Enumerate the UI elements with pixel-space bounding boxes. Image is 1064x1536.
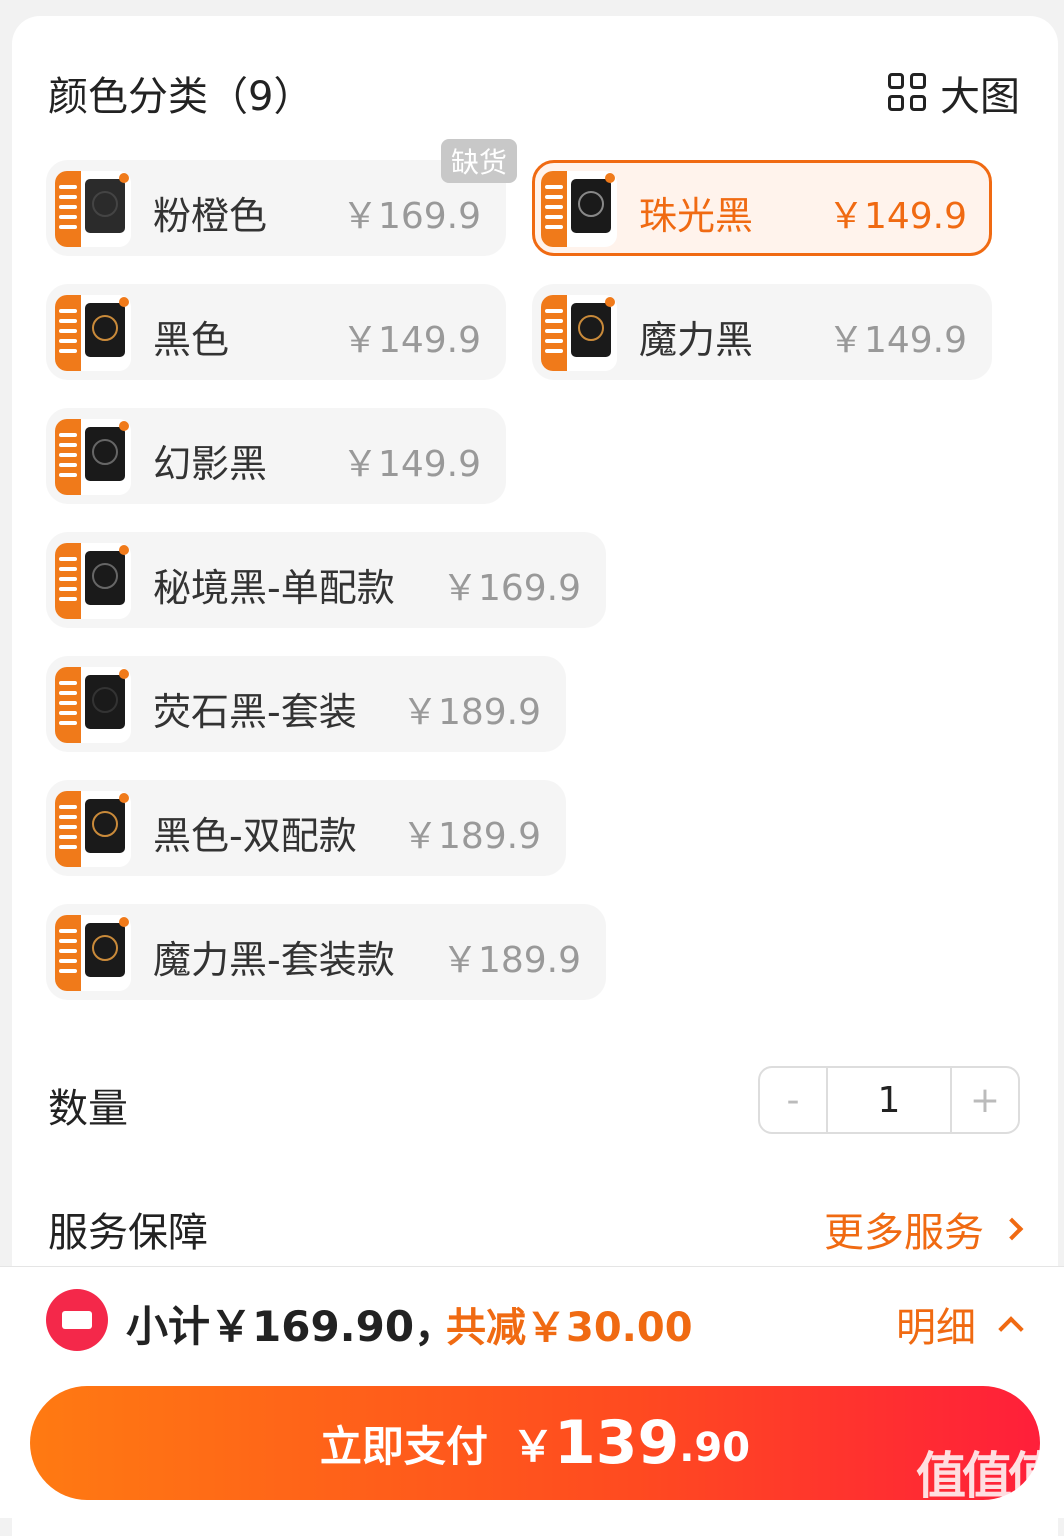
- grid-icon: [888, 73, 928, 113]
- sku-option-pink-orange[interactable]: 粉橙色 ￥169.9 缺货: [46, 139, 517, 256]
- more-services-label: 更多服务: [824, 1210, 984, 1256]
- sku-name: 黑色-双配款: [153, 814, 357, 858]
- product-thumbnail: [55, 667, 131, 743]
- sku-price: ￥169.9: [441, 568, 581, 609]
- price-detail-toggle[interactable]: 明细: [896, 1295, 1024, 1353]
- sku-option-magic-black[interactable]: 魔力黑 ￥149.9: [532, 284, 992, 380]
- pay-currency: ￥: [511, 1421, 554, 1471]
- product-thumbnail: [541, 295, 617, 371]
- sku-option-phantom-black[interactable]: 幻影黑 ￥149.9: [46, 408, 506, 504]
- out-of-stock-badge: 缺货: [440, 139, 517, 183]
- service-guarantee-label: 服务保障: [48, 1210, 208, 1256]
- sku-price: ￥189.9: [401, 816, 541, 857]
- decrement-button[interactable]: -: [760, 1068, 826, 1132]
- pay-amount-decimal: .90: [679, 1425, 751, 1471]
- sku-name: 粉橙色: [153, 194, 268, 238]
- sku-price: ￥149.9: [827, 196, 967, 237]
- quantity-value[interactable]: 1: [826, 1068, 952, 1132]
- coupon-icon: [46, 1289, 108, 1351]
- sku-option-fluorite-black-set[interactable]: 荧石黑-套装 ￥189.9: [46, 656, 566, 752]
- product-thumbnail: [55, 295, 131, 371]
- subtotal-text: 小计￥169.90，: [126, 1302, 457, 1351]
- sku-name: 黑色: [153, 318, 230, 362]
- product-thumbnail: [55, 543, 131, 619]
- sku-name: 魔力黑: [639, 318, 754, 362]
- chevron-right-icon: [1000, 1217, 1024, 1241]
- product-thumbnail: [55, 171, 131, 247]
- product-thumbnail: [55, 915, 131, 991]
- sku-option-black[interactable]: 黑色 ￥149.9: [46, 284, 506, 380]
- sku-option-pearl-black[interactable]: 珠光黑 ￥149.9: [532, 160, 992, 256]
- pay-amount-integer: 139: [553, 1408, 680, 1478]
- sku-name: 珠光黑: [639, 194, 754, 238]
- discount-text: 共减￥30.00: [446, 1305, 693, 1351]
- sku-name: 荧石黑-套装: [153, 690, 357, 734]
- watermark: 值值值 zhizhizhi.com: [916, 1436, 1058, 1527]
- sku-option-mystic-black-single[interactable]: 秘境黑-单配款 ￥169.9: [46, 532, 606, 628]
- color-section-header: 颜色分类（9） 大图: [48, 60, 1020, 120]
- product-thumbnail: [55, 791, 131, 867]
- pay-now-label: 立即支付: [319, 1421, 488, 1471]
- sku-price: ￥189.9: [441, 940, 581, 981]
- sku-price: ￥149.9: [341, 320, 481, 361]
- pay-now-button[interactable]: 立即支付 ￥ 139 .90: [30, 1386, 1040, 1500]
- sku-name: 秘境黑-单配款: [153, 566, 395, 610]
- quantity-label: 数量: [48, 1086, 128, 1132]
- more-services-link[interactable]: 更多服务: [824, 1200, 1024, 1258]
- sku-price: ￥169.9: [341, 196, 481, 237]
- product-thumbnail: [55, 419, 131, 495]
- detail-label: 明细: [896, 1305, 976, 1351]
- sku-option-magic-black-set[interactable]: 魔力黑-套装款 ￥189.9: [46, 904, 606, 1000]
- sku-price: ￥149.9: [827, 320, 967, 361]
- increment-button[interactable]: +: [952, 1068, 1018, 1132]
- watermark-logo: 值值值: [916, 1447, 1058, 1505]
- sku-option-black-double[interactable]: 黑色-双配款 ￥189.9: [46, 780, 566, 876]
- sku-name: 幻影黑: [153, 442, 268, 486]
- color-section-title: 颜色分类（9）: [48, 74, 314, 120]
- sku-price: ￥149.9: [341, 444, 481, 485]
- big-view-label: 大图: [940, 74, 1020, 120]
- sku-price: ￥189.9: [401, 692, 541, 733]
- sku-name: 魔力黑-套装款: [153, 938, 395, 982]
- quantity-stepper: - 1 +: [758, 1066, 1020, 1134]
- big-view-button[interactable]: 大图: [888, 64, 1020, 122]
- product-thumbnail: [541, 171, 617, 247]
- chevron-up-icon: [998, 1316, 1024, 1342]
